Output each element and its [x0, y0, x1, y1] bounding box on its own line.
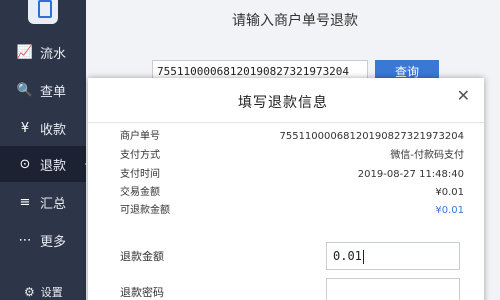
info-value: ¥0.01: [435, 205, 464, 216]
info-label: 商户单号: [120, 131, 160, 142]
info-row-refundable-amount: 可退款金额 ¥0.01: [120, 202, 464, 220]
refund-amount-label: 退款金额: [120, 250, 164, 263]
sidebar-item-label: 收款: [40, 122, 67, 138]
sidebar-item-label: 更多: [40, 234, 67, 250]
sidebar-item-summary[interactable]: ≡ 汇总: [0, 184, 86, 220]
info-label: 支付时间: [120, 169, 160, 180]
sidebar-item-label: 设置: [40, 286, 63, 299]
sidebar-item-label: 查单: [40, 84, 67, 100]
search-doc-icon: 🔍: [16, 82, 34, 98]
logo: [0, 0, 86, 34]
divider: [88, 122, 484, 123]
sidebar-item-refund[interactable]: ⊙ 退款: [0, 146, 93, 182]
info-value: 75511000068120190827321973204: [279, 131, 464, 142]
info-value: ¥0.01: [435, 187, 464, 198]
phone-logo-icon: [28, 0, 58, 24]
info-value: 微信-付款码支付: [390, 150, 464, 161]
chart-icon: 📈: [16, 44, 34, 60]
dialog-title: 填写退款信息: [238, 95, 328, 111]
info-value: 2019-08-27 11:48:40: [357, 169, 464, 180]
refund-password-label: 退款密码: [120, 286, 164, 299]
page-title: 请输入商户单号退款: [232, 13, 358, 29]
sidebar-item-label: 退款: [40, 158, 67, 174]
sidebar-item-settings[interactable]: ⚙ 设置: [0, 282, 86, 300]
refund-password-input[interactable]: [326, 278, 460, 300]
sidebar-item-label: 汇总: [40, 196, 67, 212]
gear-icon: ⚙: [24, 285, 35, 299]
summary-icon: ≡: [19, 194, 31, 210]
info-label: 交易金额: [120, 187, 160, 198]
refund-info-dialog: 填写退款信息 ✕ 商户单号 75511000068120190827321973…: [88, 78, 484, 300]
refund-amount-input[interactable]: 0.01: [326, 242, 460, 270]
sidebar-item-query-order[interactable]: 🔍 查单: [0, 72, 86, 108]
info-row-pay-method: 支付方式 微信-付款码支付: [120, 147, 464, 165]
sidebar-item-label: 流水: [40, 46, 67, 62]
sidebar: 📈 流水 🔍 查单 ¥ 收款 ⊙ 退款 ≡ 汇总 ⋯ 更多 ⚙ 设置: [0, 0, 93, 300]
more-icon: ⋯: [18, 232, 32, 248]
info-row-order-number: 商户单号 75511000068120190827321973204: [120, 128, 464, 146]
info-row-trade-amount: 交易金额 ¥0.01: [120, 184, 464, 202]
info-label: 可退款金额: [120, 205, 170, 216]
info-row-pay-time: 支付时间 2019-08-27 11:48:40: [120, 166, 464, 184]
close-icon[interactable]: ✕: [457, 86, 470, 105]
sidebar-item-collect[interactable]: ¥ 收款: [0, 110, 86, 146]
sidebar-item-more[interactable]: ⋯ 更多: [0, 222, 86, 258]
sidebar-item-flow[interactable]: 📈 流水: [0, 34, 86, 70]
info-label: 支付方式: [120, 150, 160, 161]
refund-icon: ⊙: [19, 156, 31, 172]
yen-icon: ¥: [20, 120, 30, 136]
